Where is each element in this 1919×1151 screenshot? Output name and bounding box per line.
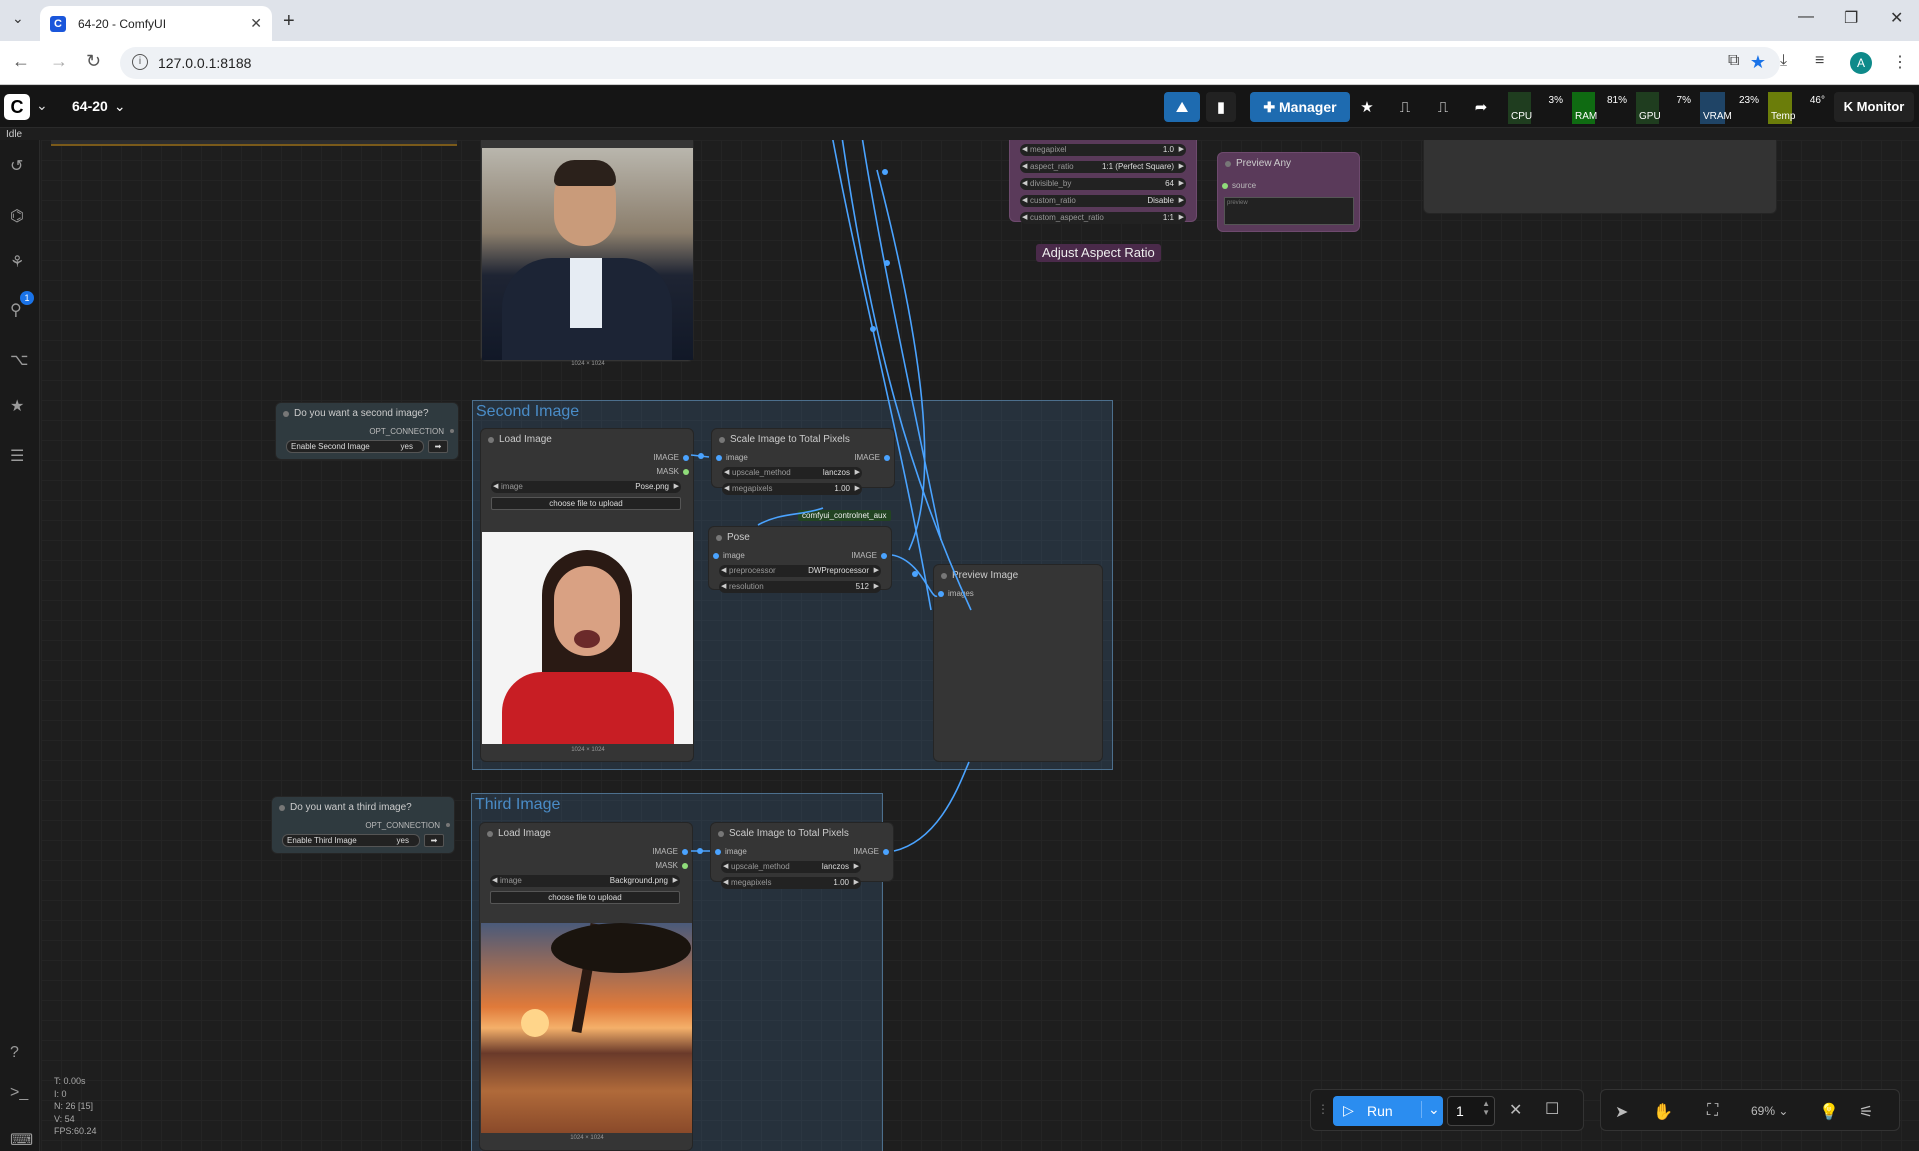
stat-i: I: 0 bbox=[54, 1088, 67, 1099]
monitor-label: Temp bbox=[1771, 111, 1796, 122]
comfy-registry-icon[interactable]: ⛰ bbox=[1164, 92, 1200, 122]
chevron-down-icon[interactable]: ⌄ bbox=[36, 97, 48, 114]
zoom-level[interactable]: 69% ⌄ bbox=[1751, 1104, 1788, 1118]
monitor-label: RAM bbox=[1575, 111, 1598, 122]
extensions-icon[interactable]: ⧉ bbox=[1728, 52, 1739, 70]
address-bar: ← → ↻ i 127.0.0.1:8188 ★ ⧉ ⤓ ≡ ⋮ bbox=[0, 41, 1919, 85]
tab-search-icon[interactable]: ⌄ bbox=[12, 10, 24, 27]
comfy-logo[interactable]: C bbox=[4, 94, 30, 120]
select-pointer-icon[interactable]: ➤ bbox=[1615, 1102, 1628, 1122]
link bbox=[832, 140, 932, 611]
queue-icon[interactable]: ⌬ bbox=[10, 206, 24, 226]
reroute-dot[interactable] bbox=[882, 169, 888, 175]
monitor-cpu: 3% CPU bbox=[1508, 92, 1566, 124]
history-icon[interactable]: ↺ bbox=[10, 156, 23, 176]
lightbulb-icon[interactable]: 💡 bbox=[1819, 1102, 1839, 1122]
fit-view-icon[interactable]: ⛶ bbox=[1707, 1102, 1718, 1120]
canvas-stats: T: 0.00s I: 0 N: 26 [15] V: 54 FPS:60.24 bbox=[54, 1075, 97, 1138]
workflow-name[interactable]: 64-20 ⌄ bbox=[72, 98, 126, 115]
profile-avatar[interactable]: A bbox=[1850, 52, 1872, 74]
reroute-dot[interactable] bbox=[912, 571, 918, 577]
share-icon[interactable]: ➦ bbox=[1466, 92, 1496, 122]
stat-v: V: 54 bbox=[54, 1113, 75, 1124]
stat-n: N: 26 [15] bbox=[54, 1101, 94, 1111]
node-library-icon[interactable]: ⚘ bbox=[10, 252, 24, 272]
link bbox=[757, 507, 824, 526]
sidebar: ↺ ⌬ ⚘ ⚲ ⌥ ★ ☰ ? >_ ⌨ bbox=[0, 140, 40, 1151]
canvas-toolbar: ➤ ✋ ⛶ 69% ⌄ 💡 ⚟ bbox=[1600, 1089, 1900, 1131]
link bbox=[841, 140, 972, 611]
media-icon[interactable]: ≡ bbox=[1815, 52, 1824, 70]
star-icon[interactable]: ★ bbox=[1352, 92, 1382, 122]
monitor-label: CPU bbox=[1511, 111, 1533, 122]
close-window-icon[interactable]: ✕ bbox=[1890, 8, 1903, 28]
reload-icon[interactable]: ↻ bbox=[86, 51, 101, 72]
hand-pan-icon[interactable]: ✋ bbox=[1653, 1102, 1673, 1122]
stat-fps: FPS:60.24 bbox=[54, 1126, 97, 1136]
monitor-button[interactable]: K Monitor bbox=[1834, 92, 1914, 122]
browser-tab-bar: ⌄ C 64-20 - ComfyUI ✕ + — ❐ ✕ bbox=[0, 0, 1919, 41]
monitor-label: VRAM bbox=[1703, 111, 1732, 122]
help-icon[interactable]: ? bbox=[10, 1044, 19, 1062]
browser-menu-icon[interactable]: ⋮ bbox=[1892, 52, 1908, 72]
model-library-icon[interactable]: ⚲ bbox=[10, 300, 22, 320]
favorites-icon[interactable]: ★ bbox=[10, 396, 24, 416]
unload-models-icon[interactable]: ⎍ bbox=[1390, 92, 1420, 122]
browser-tab[interactable]: C 64-20 - ComfyUI ✕ bbox=[40, 6, 272, 41]
run-button[interactable]: ▷ Run ⌄ bbox=[1333, 1096, 1443, 1126]
reroute-dot[interactable] bbox=[884, 260, 890, 266]
chevron-down-icon[interactable]: ⌄ bbox=[1421, 1101, 1440, 1118]
stat-time: T: 0.00s bbox=[54, 1076, 86, 1086]
new-tab-icon[interactable]: + bbox=[283, 10, 295, 33]
reroute-dot[interactable] bbox=[870, 326, 876, 332]
monitor-vram: 23% VRAM bbox=[1700, 92, 1762, 124]
monitor-value: 3% bbox=[1548, 95, 1563, 106]
link-visibility-icon[interactable]: ⚟ bbox=[1859, 1102, 1873, 1122]
restore-icon[interactable]: ❐ bbox=[1844, 8, 1858, 28]
monitor-value: 7% bbox=[1676, 95, 1691, 106]
tab-title: 64-20 - ComfyUI bbox=[78, 16, 167, 31]
back-icon[interactable]: ← bbox=[12, 51, 30, 72]
reroute-dot[interactable] bbox=[697, 848, 703, 854]
workflows-icon[interactable]: ⌥ bbox=[10, 350, 28, 370]
monitor-gpu: 7% GPU bbox=[1636, 92, 1694, 124]
link bbox=[893, 761, 970, 852]
notification-badge: 1 bbox=[20, 291, 34, 305]
monitor-value: 23% bbox=[1738, 95, 1759, 106]
monitor-ram: 81% RAM bbox=[1572, 92, 1630, 124]
free-memory-icon[interactable]: ⎍ bbox=[1428, 92, 1458, 122]
bookmark-star-icon[interactable]: ★ bbox=[1750, 52, 1766, 73]
monitor-temp: 46° Temp bbox=[1768, 92, 1828, 124]
forward-icon[interactable]: → bbox=[50, 51, 68, 72]
queue-count-input[interactable]: 1 ▲ ▼ bbox=[1447, 1096, 1495, 1126]
manager-button[interactable]: ✚ Manager bbox=[1250, 92, 1350, 122]
minimize-icon[interactable]: — bbox=[1798, 8, 1814, 26]
graph-canvas[interactable]: 1024 × 1024 megapixel1.0aspect_ratio1:1 … bbox=[41, 140, 1919, 1151]
monitor-value: 46° bbox=[1809, 95, 1825, 106]
monitor-label: GPU bbox=[1639, 111, 1661, 122]
templates-icon[interactable]: ☰ bbox=[10, 446, 24, 466]
stop-icon[interactable]: ☐ bbox=[1545, 1099, 1559, 1119]
play-icon: ▷ bbox=[1343, 1102, 1354, 1118]
run-toolbar: ⋮⋮ ▷ Run ⌄ 1 ▲ ▼ ✕ ☐ bbox=[1310, 1089, 1584, 1131]
status-text: Idle bbox=[6, 129, 23, 140]
link bbox=[861, 140, 942, 541]
node-links bbox=[690, 140, 972, 854]
bookmark-icon[interactable]: ▮ bbox=[1206, 92, 1236, 122]
comfyui-favicon-icon: C bbox=[50, 15, 66, 32]
site-info-icon[interactable]: i bbox=[132, 54, 148, 70]
url-text: 127.0.0.1:8188 bbox=[158, 55, 252, 71]
cancel-icon[interactable]: ✕ bbox=[1509, 1100, 1522, 1120]
run-label: Run bbox=[1367, 1103, 1393, 1119]
comfy-topbar: C ⌄ 64-20 ⌄ ⛰ ▮ ✚ Manager ★ ⎍ ⎍ ➦ 3% CPU 81… bbox=[0, 86, 1919, 128]
reroute-dot[interactable] bbox=[698, 453, 704, 459]
keyboard-icon[interactable]: ⌨ bbox=[10, 1130, 33, 1150]
url-field[interactable]: i 127.0.0.1:8188 ★ bbox=[120, 47, 1780, 79]
terminal-icon[interactable]: >_ bbox=[10, 1084, 28, 1102]
chevron-down-icon: ⌄ bbox=[113, 98, 126, 114]
monitor-value: 81% bbox=[1606, 95, 1627, 106]
downloads-icon[interactable]: ⤓ bbox=[1780, 52, 1787, 70]
close-tab-icon[interactable]: ✕ bbox=[250, 15, 262, 32]
